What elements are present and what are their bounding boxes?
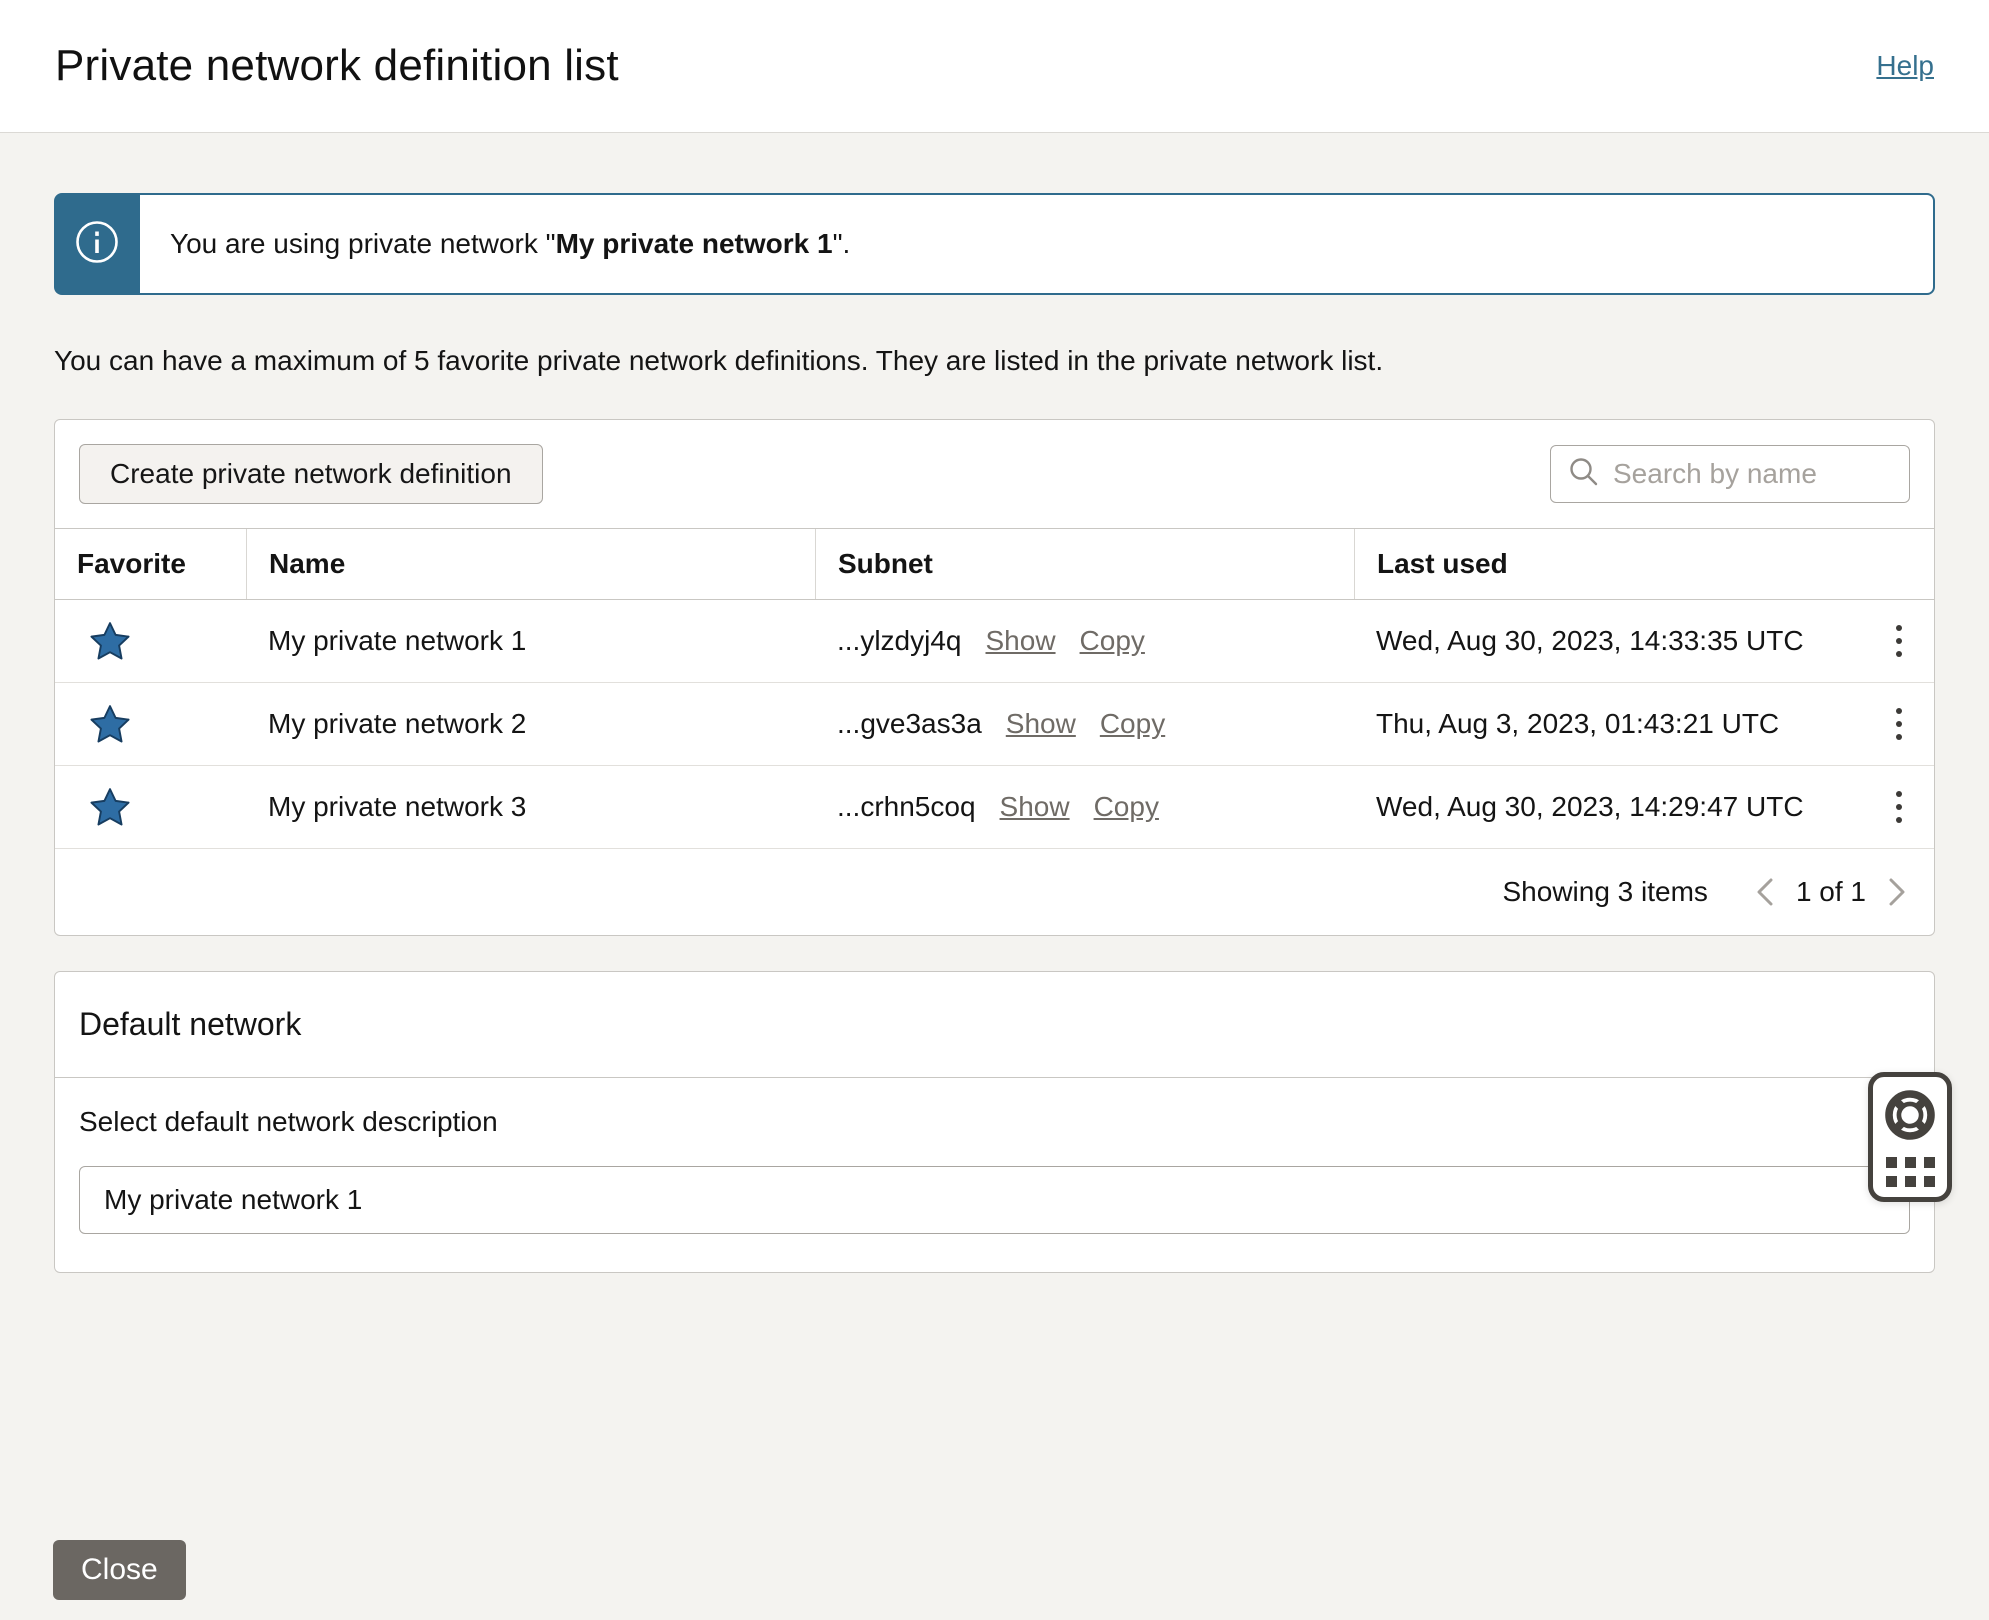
subnet-value: ...ylzdyj4q [837, 625, 962, 656]
last-used-value: Wed, Aug 30, 2023, 14:29:47 UTC [1376, 791, 1804, 822]
intro-text: You can have a maximum of 5 favorite pri… [54, 345, 1384, 376]
show-subnet-link[interactable]: Show [986, 625, 1056, 657]
subnet-value: ...gve3as3a [837, 708, 982, 739]
apps-grid-icon[interactable] [1885, 1157, 1935, 1188]
last-used-value: Wed, Aug 30, 2023, 14:33:35 UTC [1376, 625, 1804, 656]
lifebuoy-icon[interactable] [1882, 1087, 1938, 1148]
default-network-panel: Default network Select default network d… [54, 971, 1935, 1273]
table-row: My private network 3 ...crhn5coq Show Co… [55, 766, 1934, 849]
subnet-value: ...crhn5coq [837, 791, 976, 822]
list-toolbar: Create private network definition [55, 420, 1934, 528]
default-network-select[interactable] [79, 1166, 1910, 1234]
info-banner: You are using private network "My privat… [54, 193, 1935, 295]
copy-subnet-link[interactable]: Copy [1100, 708, 1165, 740]
banner-network-name: My private network 1 [555, 228, 833, 259]
pagination: 1 of 1 [1750, 872, 1912, 912]
create-network-button[interactable]: Create private network definition [79, 444, 543, 504]
page-indicator: 1 of 1 [1795, 876, 1866, 907]
default-network-body: Select default network description [55, 1078, 1934, 1272]
subnet-cell: ...ylzdyj4q Show Copy [815, 625, 1354, 657]
page-content: You are using private network "My privat… [0, 193, 1989, 1273]
column-header-subnet: Subnet [815, 529, 1354, 599]
name-cell: My private network 1 [268, 625, 527, 656]
page-title: Private network definition list [55, 41, 619, 90]
search-box[interactable] [1550, 445, 1910, 503]
subnet-cell: ...crhn5coq Show Copy [815, 791, 1354, 823]
last-used-cell: Thu, Aug 3, 2023, 01:43:21 UTC [1354, 702, 1934, 746]
search-icon [1567, 455, 1601, 494]
favorite-cell [55, 786, 246, 828]
table-body: My private network 1 ...ylzdyj4q Show Co… [55, 600, 1934, 849]
next-page-button[interactable] [1880, 872, 1912, 912]
items-count-label: Showing 3 items [1502, 876, 1708, 907]
favorite-star-button[interactable] [89, 703, 131, 745]
row-actions-kebab-menu[interactable] [1886, 619, 1912, 663]
last-used-cell: Wed, Aug 30, 2023, 14:33:35 UTC [1354, 619, 1934, 663]
row-actions-kebab-menu[interactable] [1886, 785, 1912, 829]
copy-subnet-link[interactable]: Copy [1080, 625, 1145, 657]
favorite-cell [55, 620, 246, 662]
default-network-label: Select default network description [79, 1106, 498, 1137]
title-bar: Private network definition list Help [0, 0, 1989, 133]
name-cell: My private network 2 [268, 708, 527, 739]
floating-helper-widget[interactable] [1868, 1072, 1952, 1202]
banner-text-suffix: ". [832, 228, 851, 259]
banner-text-prefix: You are using private network " [170, 228, 556, 259]
subnet-cell: ...gve3as3a Show Copy [815, 708, 1354, 740]
copy-subnet-link[interactable]: Copy [1094, 791, 1159, 823]
show-subnet-link[interactable]: Show [1000, 791, 1070, 823]
name-cell: My private network 3 [268, 791, 527, 822]
info-icon [74, 219, 120, 270]
search-input[interactable] [1613, 458, 1893, 490]
table-row: My private network 2 ...gve3as3a Show Co… [55, 683, 1934, 766]
info-banner-message: You are using private network "My privat… [140, 193, 1935, 295]
default-network-title: Default network [55, 972, 1934, 1078]
row-actions-kebab-menu[interactable] [1886, 702, 1912, 746]
table-footer: Showing 3 items 1 of 1 [55, 849, 1934, 935]
previous-page-button[interactable] [1750, 872, 1782, 912]
table-header: Favorite Name Subnet Last used [55, 528, 1934, 600]
favorite-cell [55, 703, 246, 745]
column-header-favorite: Favorite [77, 548, 186, 579]
last-used-value: Thu, Aug 3, 2023, 01:43:21 UTC [1376, 708, 1780, 739]
column-header-last-used: Last used [1354, 529, 1934, 599]
help-link[interactable]: Help [1876, 50, 1934, 82]
favorite-star-button[interactable] [89, 786, 131, 828]
column-header-name: Name [246, 529, 815, 599]
network-list-card: Create private network definition Favori… [54, 419, 1935, 936]
table-row: My private network 1 ...ylzdyj4q Show Co… [55, 600, 1934, 683]
close-button[interactable]: Close [53, 1540, 186, 1600]
info-banner-icon-cell [54, 193, 140, 295]
show-subnet-link[interactable]: Show [1006, 708, 1076, 740]
last-used-cell: Wed, Aug 30, 2023, 14:29:47 UTC [1354, 785, 1934, 829]
favorite-star-button[interactable] [89, 620, 131, 662]
